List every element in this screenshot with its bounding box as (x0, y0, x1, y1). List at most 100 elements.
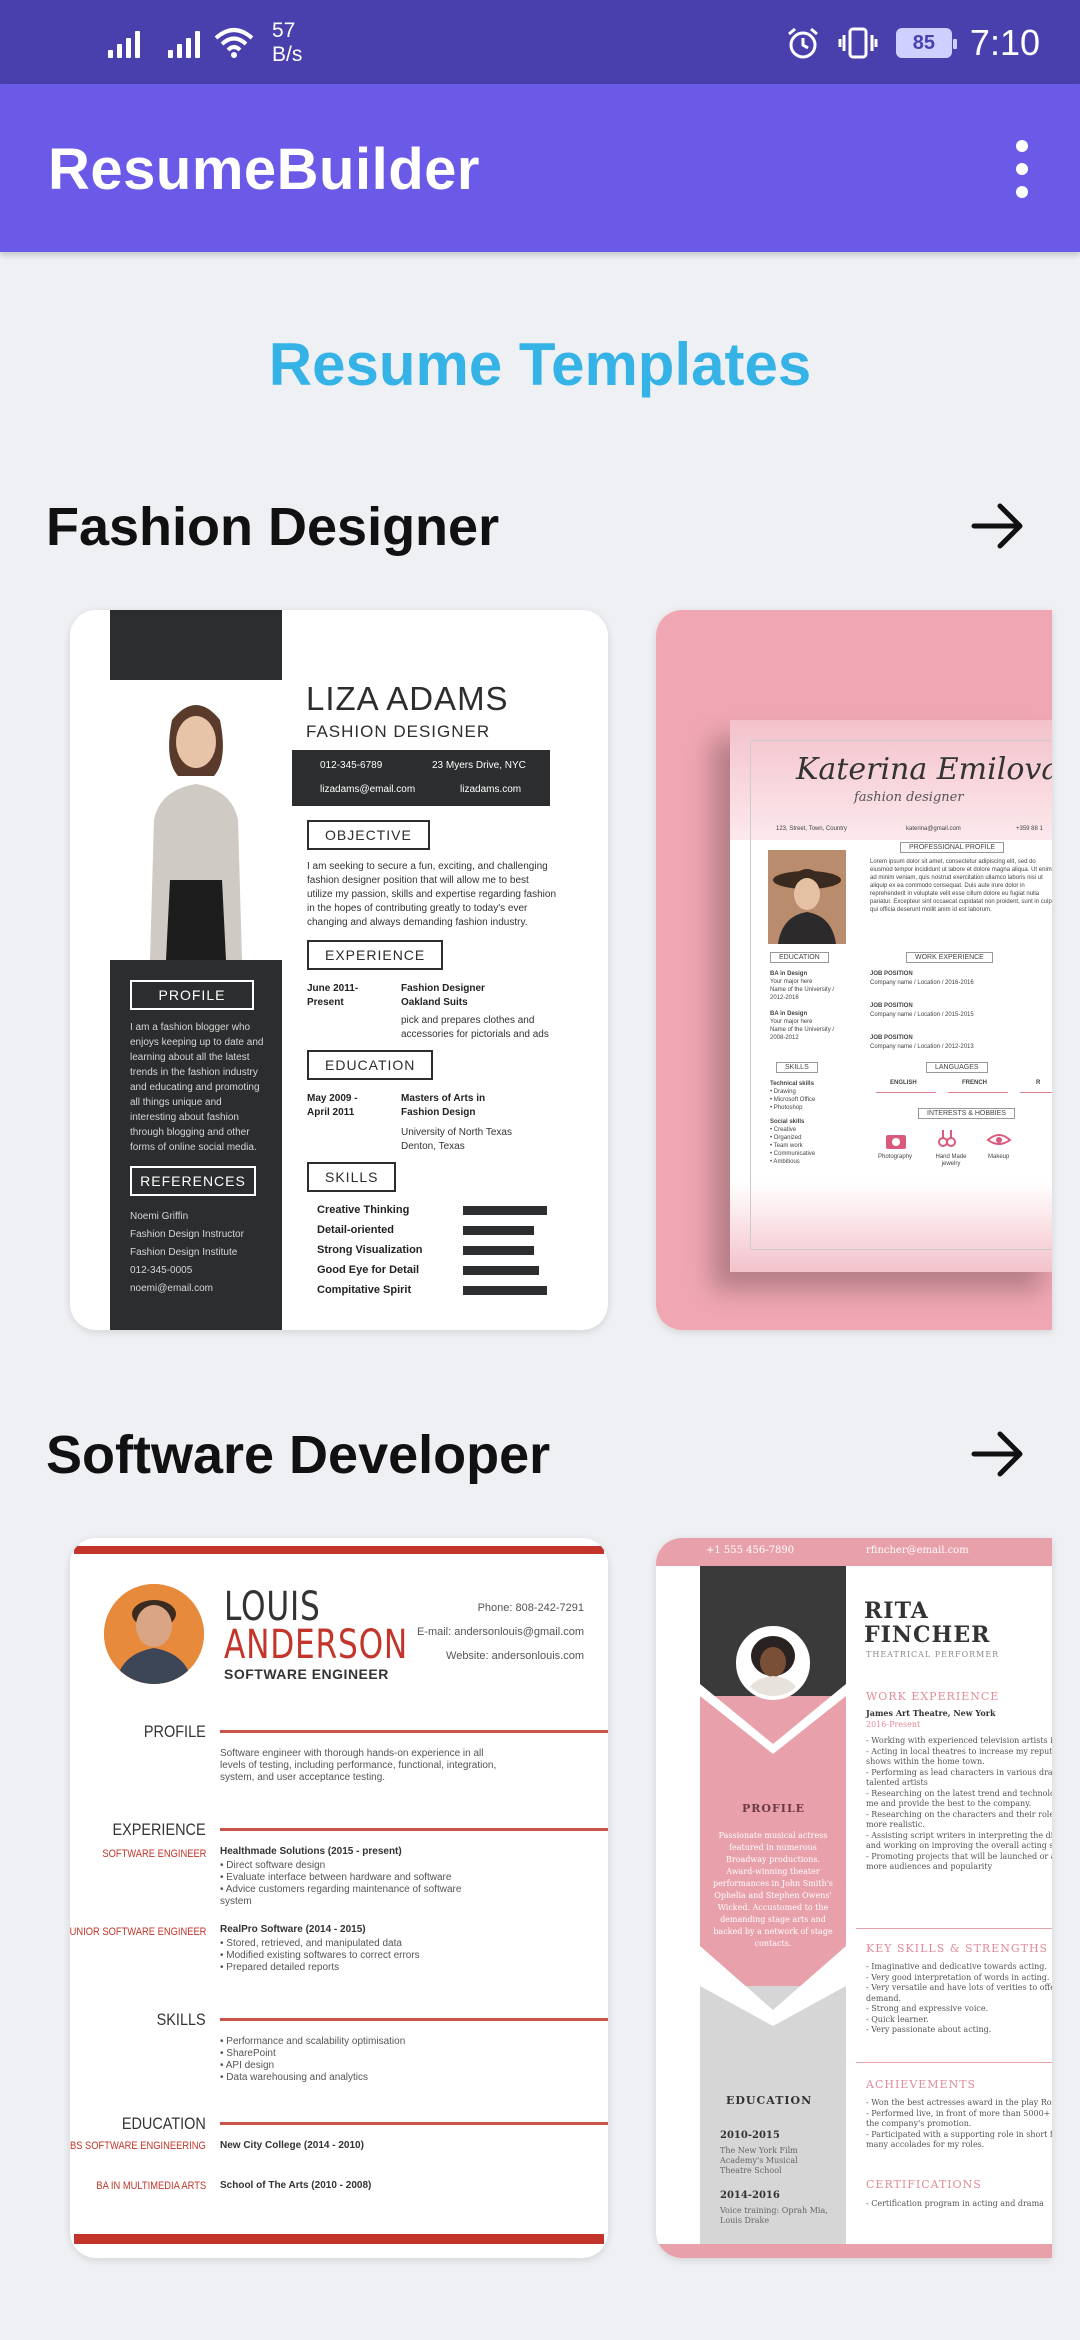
achievements-heading: ACHIEVEMENTS (866, 2078, 977, 2091)
education-date: May 2009 - April 2011 (307, 1093, 358, 1118)
interests-heading: INTERESTS & HOBBIES (918, 1108, 1015, 1119)
experience-heading: EXPERIENCE (307, 940, 444, 970)
profile-heading: PROFILE (742, 1802, 806, 1815)
profile-photo (768, 850, 846, 944)
education-years: 2010-2015 (720, 2130, 780, 2141)
vibrate-icon (838, 27, 878, 59)
contact-box: 012-345-6789 23 Myers Drive, NYC lizadam… (292, 750, 550, 806)
skills-heading: SKILLS (776, 1062, 818, 1073)
arrow-right-icon[interactable] (966, 494, 1030, 558)
template-card-katerina-emilova[interactable]: Katerina Emilova fashion designer 123, S… (656, 610, 1052, 1330)
work-years: 2016-Present (866, 1720, 921, 1729)
experience-title: Healthmade Solutions (2015 - present) (220, 1846, 402, 1857)
page-title: Resume Templates (268, 331, 812, 398)
website: Website: andersonlouis.com (446, 1650, 584, 1662)
experience-date: June 2011- Present (307, 983, 359, 1008)
profile-text: Passionate musical actress featured in n… (712, 1831, 834, 1948)
app-bar: ResumeBuilder (0, 84, 1080, 252)
profile-text: I am a fashion blogger who enjoys keepin… (130, 1022, 264, 1153)
education-school: School of The Arts (2010 - 2008) (220, 2180, 372, 2191)
education-degree: BA IN MULTIMEDIA ARTS (96, 2180, 206, 2192)
signal-icon (168, 28, 200, 58)
skill-bar (463, 1246, 534, 1255)
language-item: ENGLISH (890, 1080, 917, 1086)
skill-item: Detail-oriented (317, 1224, 395, 1236)
template-card-louis-anderson[interactable]: LOUIS ANDERSON SOFTWARE ENGINEER Phone: … (70, 1538, 608, 2258)
eye-makeup-icon (986, 1134, 1012, 1145)
resume-role: fashion designer (854, 790, 964, 805)
languages-heading: LANGUAGES (926, 1062, 988, 1073)
profile-photo (736, 1626, 810, 1700)
phone: Phone: 808-242-7291 (477, 1602, 584, 1614)
profile-photo (104, 1584, 204, 1684)
skills-items: - Imaginative and dedicative towards act… (866, 1962, 1052, 2034)
achievement-items: - Won the best actresses award in the pl… (866, 2098, 1052, 2149)
profile-heading: PROFILE (144, 1722, 206, 1741)
resume-paper: Katerina Emilova fashion designer 123, S… (730, 720, 1052, 1272)
section-title-software-developer: Software Developer (46, 1425, 551, 1485)
education-heading: EDUCATION (726, 2094, 813, 2107)
references-list: Noemi Griffin Fashion Design Instructor … (130, 1211, 244, 1294)
skills-heading: SKILLS (307, 1162, 397, 1192)
network-speed: 57 B/s (272, 19, 303, 66)
template-card-rita-fincher[interactable]: +1 555 456-7890 rfincher@email.com PROFI… (656, 1538, 1052, 2258)
skills-heading: SKILLS (156, 2010, 206, 2029)
education-years: 2014-2016 (720, 2190, 780, 2201)
phone: +359 88 1 (1016, 826, 1043, 832)
education-school: The New York Film Academy's Musical Thea… (720, 2146, 798, 2175)
arrow-right-icon[interactable] (966, 1422, 1030, 1486)
interest-item: Hand Made jewelry (935, 1154, 967, 1167)
skills-list: Technical skills • Drawing • Microsoft O… (770, 1081, 816, 1165)
work-items: - Working with experienced television ar… (866, 1736, 1052, 1871)
resume-role: THEATRICAL PERFORMER (866, 1650, 1000, 1659)
skill-item: Good Eye for Detail (317, 1264, 420, 1276)
skill-item: Creative Thinking (317, 1204, 410, 1216)
status-bar: 57 B/s 85 7:10 (0, 0, 1080, 84)
address: 123, Street, Town, Country (776, 826, 847, 832)
resume-role: FASHION DESIGNER (306, 722, 491, 741)
skills-items: • Performance and scalability optimisati… (220, 2036, 406, 2083)
profile-text: Software engineer with thorough hands-on… (220, 1748, 497, 1783)
section-title-fashion-designer: Fashion Designer (46, 497, 500, 557)
skill-bar (463, 1206, 547, 1215)
education-heading: EDUCATION (770, 952, 829, 963)
work-heading: WORK EXPERIENCE (906, 952, 993, 963)
resume-last-name: ANDERSON (224, 1622, 409, 1668)
skill-bar (463, 1266, 539, 1275)
education-heading: EDUCATION (121, 2114, 206, 2133)
work-place: James Art Theatre, New York (866, 1708, 996, 1718)
language-item: FRENCH (962, 1080, 987, 1086)
education-school: University of North Texas Denton, Texas (401, 1127, 512, 1152)
education-title: Masters of Arts in Fashion Design (401, 1093, 486, 1118)
education-heading: EDUCATION (307, 1050, 434, 1080)
signal-icon (108, 28, 140, 58)
resume-name: LIZA ADAMS (306, 680, 509, 717)
education-list: BA in Design Your major here Name of the… (770, 971, 835, 1041)
experience-heading: EXPERIENCE (112, 1820, 206, 1839)
experience-items: • Direct software design • Evaluate inte… (220, 1860, 462, 1907)
skill-bar (463, 1286, 547, 1295)
work-heading: WORK EXPERIENCE (866, 1690, 1000, 1703)
skill-bar (463, 1226, 534, 1235)
experience-title: Fashion Designer Oakland Suits (401, 983, 485, 1008)
profile-photo (110, 680, 282, 960)
objective-text: I am seeking to secure a fun, exciting, … (307, 861, 557, 928)
certifications-heading: CERTIFICATIONS (866, 2178, 982, 2191)
work-list: JOB POSITION Company name / Location / 2… (870, 971, 974, 1050)
template-card-liza-adams[interactable]: PROFILE I am a fashion blogger who enjoy… (70, 610, 608, 1330)
experience-role: SOFTWARE ENGINEER (101, 1848, 206, 1860)
certification-items: - Certification program in acting and dr… (866, 2199, 1044, 2208)
resume-last-name: FINCHER (864, 1622, 991, 1648)
profile-text: Lorem ipsum dolor sit amet, consectetur … (870, 859, 1052, 913)
resume-first-name: RITA (864, 1598, 929, 1624)
resume-name: Katerina Emilova (796, 752, 1052, 787)
wifi-icon (214, 28, 254, 58)
app-title: ResumeBuilder (48, 137, 480, 202)
interest-item: Makeup (988, 1154, 1010, 1160)
skill-item: Compitative Spirit (317, 1284, 412, 1296)
more-vert-icon[interactable] (990, 134, 1054, 204)
earrings-icon (938, 1130, 956, 1147)
email: katerina@gmail.com (906, 826, 961, 832)
education-degree: BS SOFTWARE ENGINEERING (70, 2140, 206, 2152)
clock: 7:10 (969, 22, 1040, 63)
